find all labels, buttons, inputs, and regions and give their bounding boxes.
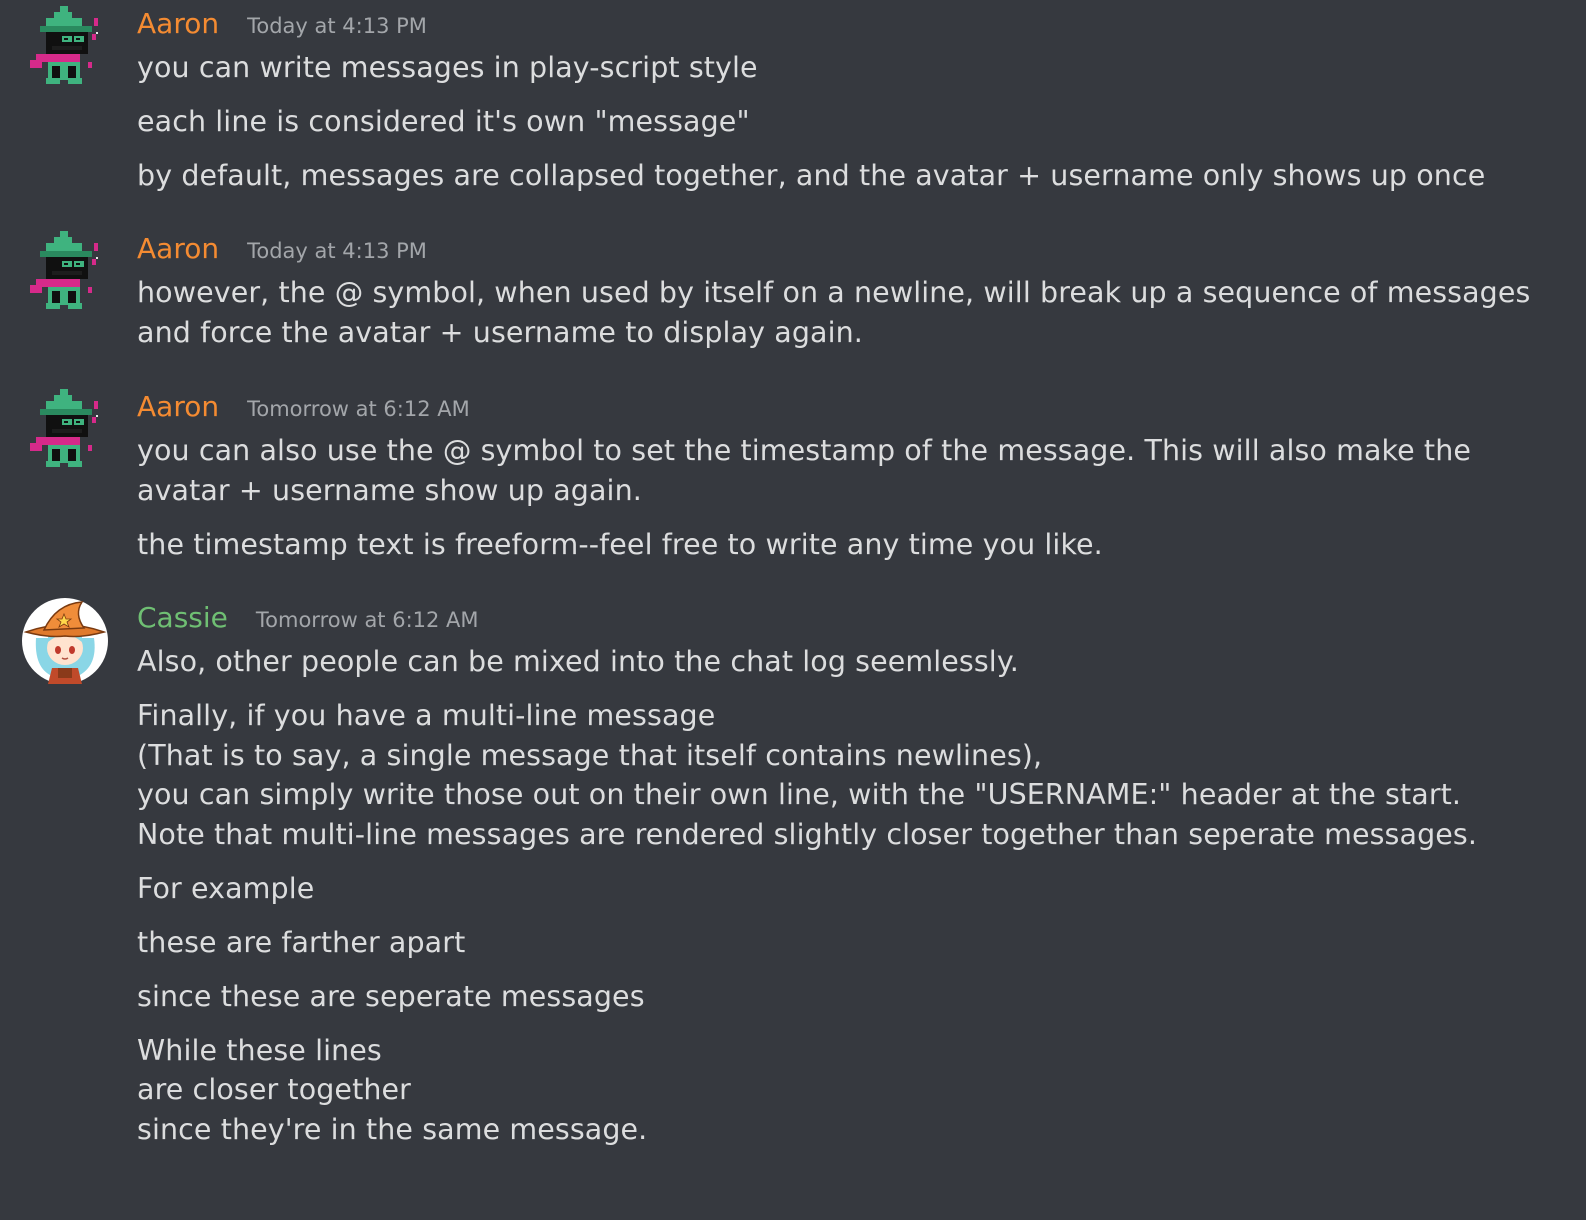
- message-text: these are farther apart: [137, 925, 466, 959]
- username[interactable]: Aaron: [137, 385, 219, 429]
- message-text: While these lines are closer together si…: [137, 1033, 648, 1146]
- message-text: Also, other people can be mixed into the…: [137, 645, 1019, 678]
- message-text: the timestamp text is freeform--feel fre…: [137, 527, 1103, 561]
- message-text: For example: [137, 871, 315, 905]
- message-text: Finally, if you have a multi-line messag…: [137, 699, 1477, 851]
- username[interactable]: Aaron: [137, 227, 219, 271]
- message-group: Aaron Today at 4:13 PM however, the @ symb…: [0, 225, 1567, 352]
- message-header: Aaron Today at 4:13 PM: [137, 225, 1567, 273]
- timestamp: Today at 4:13 PM: [247, 14, 427, 38]
- witch-portrait-icon[interactable]: [22, 598, 108, 684]
- timestamp: Today at 4:13 PM: [247, 239, 427, 263]
- message-text: you can write messages in play-script st…: [137, 51, 758, 84]
- message-header: Aaron Tomorrow at 6:12 AM: [137, 383, 1567, 431]
- message-text: since these are seperate messages: [137, 979, 645, 1013]
- username[interactable]: Aaron: [137, 2, 219, 46]
- pixel-wizard-icon[interactable]: [22, 229, 108, 315]
- pixel-wizard-icon[interactable]: [22, 4, 108, 90]
- message-header: Cassie Tomorrow at 6:12 AM: [137, 594, 1567, 642]
- message-text: you can also use the @ symbol to set the…: [137, 434, 1471, 507]
- message-text: each line is considered it's own "messag…: [137, 105, 750, 138]
- message-group: Aaron Tomorrow at 6:12 AM you can also use…: [0, 383, 1567, 564]
- message-group: Aaron Today at 4:13 PM you can write messa…: [0, 0, 1567, 196]
- username[interactable]: Cassie: [137, 596, 228, 640]
- message-text: however, the @ symbol, when used by itse…: [137, 276, 1531, 349]
- pixel-wizard-icon[interactable]: [22, 387, 108, 473]
- timestamp: Tomorrow at 6:12 AM: [247, 397, 470, 421]
- timestamp: Tomorrow at 6:12 AM: [255, 608, 479, 632]
- message-group: Cassie Tomorrow at 6:12 AM Also, other peo…: [0, 594, 1567, 1149]
- message-header: Aaron Today at 4:13 PM: [137, 0, 1567, 48]
- message-text: by default, messages are collapsed toget…: [137, 159, 1486, 192]
